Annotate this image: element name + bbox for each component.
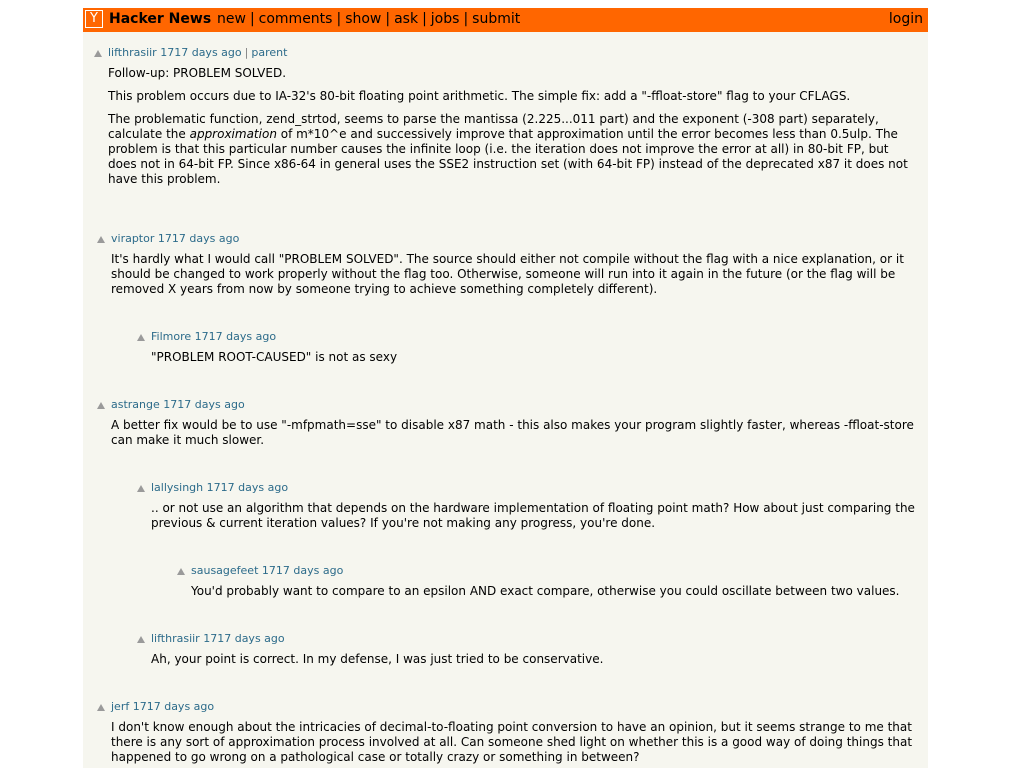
comment: Filmore 1717 days ago "PROBLEM ROOT-CAUS… [151, 330, 920, 365]
top-nav: new | comments | show | ask | jobs | submit [217, 11, 520, 27]
comment: lallysingh 1717 days ago .. or not use a… [151, 481, 920, 531]
comment: astrange 1717 days ago A better fix woul… [111, 398, 920, 448]
comment-paragraph: The problematic function, zend_strtod, s… [108, 112, 920, 187]
site-title-link[interactable]: Hacker News [109, 11, 211, 27]
comment: jerf 1717 days ago I don't know enough a… [111, 700, 920, 765]
comment-author-link[interactable]: astrange [111, 398, 160, 411]
nav-show-link[interactable]: show [345, 11, 381, 27]
meta-separator: | [244, 46, 249, 59]
comment-age-link[interactable]: 1717 days ago [160, 46, 241, 59]
comment: lifthrasiir 1717 days ago Ah, your point… [151, 632, 920, 667]
upvote-arrow-icon[interactable] [97, 402, 105, 409]
comment-author-link[interactable]: lallysingh [151, 481, 203, 494]
nav-ask-link[interactable]: ask [394, 11, 418, 27]
comment: sausagefeet 1717 days ago You'd probably… [191, 564, 920, 599]
comment-meta: lallysingh 1717 days ago [151, 481, 920, 495]
comment-paragraph: Follow-up: PROBLEM SOLVED. [108, 66, 287, 80]
nav-separator: | [463, 11, 469, 27]
header-bar: Y Hacker News new | comments | show | ask | jobs… [83, 8, 928, 32]
nav-new-link[interactable]: new [217, 11, 246, 27]
y-logo-icon[interactable]: Y [85, 10, 103, 28]
comment-age-link[interactable]: 1717 days ago [262, 564, 343, 577]
comment: viraptor 1717 days ago It's hardly what … [111, 232, 920, 297]
comment-text: A better fix would be to use "-mfpmath=s… [111, 418, 914, 447]
comment-age-link[interactable]: 1717 days ago [195, 330, 276, 343]
comment-text: You'd probably want to compare to an eps… [191, 584, 900, 598]
comment-author-link[interactable]: lifthrasiir [151, 632, 200, 645]
upvote-arrow-icon[interactable] [97, 236, 105, 243]
comment-emphasis: approximation [189, 127, 277, 141]
upvote-arrow-icon[interactable] [177, 568, 185, 575]
comment-text: I don't know enough about the intricacie… [111, 720, 913, 764]
nav-separator: | [385, 11, 391, 27]
comment-age-link[interactable]: 1717 days ago [207, 481, 288, 494]
comment-paragraph: This problem occurs due to IA-32's 80-bi… [108, 89, 851, 103]
nav-jobs-link[interactable]: jobs [431, 11, 460, 27]
comment-meta: lifthrasiir 1717 days ago [151, 632, 920, 646]
comment-age-link[interactable]: 1717 days ago [163, 398, 244, 411]
comment-text: .. or not use an algorithm that depends … [151, 501, 915, 530]
nav-separator: | [336, 11, 342, 27]
upvote-arrow-icon[interactable] [137, 485, 145, 492]
parent-link[interactable]: parent [251, 46, 287, 59]
comment-age-link[interactable]: 1717 days ago [203, 632, 284, 645]
upvote-arrow-icon[interactable] [97, 704, 105, 711]
nav-separator: | [422, 11, 427, 27]
comment: lifthrasiir 1717 days ago | parent Follow-… [108, 46, 920, 187]
comment-meta: sausagefeet 1717 days ago [191, 564, 920, 578]
comment-meta: viraptor 1717 days ago [111, 232, 920, 246]
login-link[interactable]: login [889, 11, 923, 27]
comment-text: It's hardly what I would call "PROBLEM S… [111, 252, 904, 296]
comment-meta: astrange 1717 days ago [111, 398, 920, 412]
comment-meta: Filmore 1717 days ago [151, 330, 920, 344]
comment-text: Ah, your point is correct. In my defense… [151, 652, 604, 666]
comment-author-link[interactable]: jerf [111, 700, 129, 713]
comment-author-link[interactable]: sausagefeet [191, 564, 258, 577]
nav-separator: | [249, 11, 255, 27]
comment-age-link[interactable]: 1717 days ago [133, 700, 214, 713]
comment-author-link[interactable]: lifthrasiir [108, 46, 157, 59]
nav-comments-link[interactable]: comments [259, 11, 333, 27]
comment-author-link[interactable]: Filmore [151, 330, 191, 343]
comment-age-link[interactable]: 1717 days ago [158, 232, 239, 245]
comment-author-link[interactable]: viraptor [111, 232, 154, 245]
comment-text: Follow-up: PROBLEM SOLVED. This problem … [108, 66, 920, 187]
page: Y Hacker News new | comments | show | ask | jobs… [83, 8, 928, 768]
upvote-arrow-icon[interactable] [137, 334, 145, 341]
comment-text: "PROBLEM ROOT-CAUSED" is not as sexy [151, 350, 398, 364]
upvote-arrow-icon[interactable] [137, 636, 145, 643]
comment-meta: jerf 1717 days ago [111, 700, 920, 714]
comment-meta: lifthrasiir 1717 days ago | parent [108, 46, 920, 60]
upvote-arrow-icon[interactable] [94, 50, 102, 57]
nav-submit-link[interactable]: submit [472, 11, 520, 27]
